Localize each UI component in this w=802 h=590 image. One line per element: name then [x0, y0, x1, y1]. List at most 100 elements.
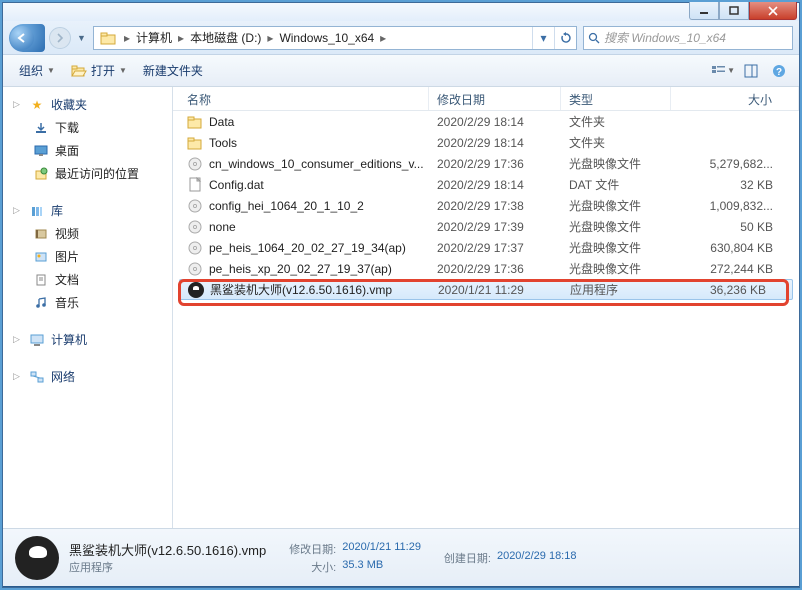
history-dropdown[interactable]: ▼ [77, 33, 87, 43]
file-name: Tools [209, 136, 237, 150]
collapse-icon[interactable]: ▷ [13, 371, 23, 382]
file-size: 32 KB [671, 178, 799, 192]
minimize-button[interactable] [689, 2, 719, 20]
desktop-icon [33, 143, 49, 159]
open-button[interactable]: 打开▼ [63, 58, 135, 83]
sidebar-item-pictures[interactable]: 图片 [3, 245, 172, 268]
disc-icon [187, 219, 203, 235]
file-size: 1,009,832... [671, 199, 799, 213]
sidebar-item-music[interactable]: 音乐 [3, 291, 172, 314]
collapse-icon[interactable]: ▷ [13, 99, 23, 110]
file-row[interactable]: 黑鲨装机大师(v12.6.50.1616).vmp 2020/1/21 11:29… [179, 279, 793, 300]
favorites-group[interactable]: ▷ ★ 收藏夹 [3, 93, 172, 116]
column-date[interactable]: 修改日期 [429, 87, 561, 110]
breadcrumb-segment[interactable]: 本地磁盘 (D:) [186, 27, 265, 49]
file-name: Config.dat [209, 178, 264, 192]
file-type: 光盘映像文件 [561, 197, 671, 214]
collapse-icon[interactable]: ▷ [13, 334, 23, 345]
column-type[interactable]: 类型 [561, 87, 671, 110]
file-row[interactable]: Data2020/2/29 18:14文件夹 [173, 111, 799, 132]
new-folder-button[interactable]: 新建文件夹 [135, 58, 211, 83]
status-filetype: 应用程序 [69, 559, 266, 575]
file-size: 272,244 KB [671, 262, 799, 276]
breadcrumb-segment[interactable]: 计算机 [132, 27, 176, 49]
file-size: 5,279,682... [671, 157, 799, 171]
back-button[interactable] [9, 24, 45, 52]
search-icon [588, 32, 600, 44]
app-icon [188, 282, 204, 298]
disc-icon [187, 198, 203, 214]
file-row[interactable]: none2020/2/29 17:39光盘映像文件50 KB [173, 216, 799, 237]
file-date: 2020/2/29 18:14 [429, 136, 561, 150]
sidebar-item-documents[interactable]: 文档 [3, 268, 172, 291]
refresh-button[interactable] [554, 27, 576, 49]
file-size: 50 KB [671, 220, 799, 234]
sidebar-item-desktop[interactable]: 桌面 [3, 139, 172, 162]
details-pane: 黑鲨装机大师(v12.6.50.1616).vmp 应用程序 修改日期:2020… [3, 528, 799, 586]
titlebar[interactable] [3, 3, 799, 21]
file-row[interactable]: config_hei_1064_20_1_10_22020/2/29 17:38… [173, 195, 799, 216]
file-row[interactable]: Tools2020/2/29 18:14文件夹 [173, 132, 799, 153]
open-icon [71, 64, 87, 78]
computer-icon [29, 332, 45, 348]
close-button[interactable] [749, 2, 797, 20]
sidebar-item-videos[interactable]: 视频 [3, 222, 172, 245]
column-size[interactable]: 大小 [671, 87, 799, 110]
file-row[interactable]: pe_heis_xp_20_02_27_19_37(ap)2020/2/29 1… [173, 258, 799, 279]
sidebar-item-downloads[interactable]: 下载 [3, 116, 172, 139]
app-icon [15, 536, 59, 580]
document-icon [33, 272, 49, 288]
file-name: 黑鲨装机大师(v12.6.50.1616).vmp [210, 281, 392, 298]
breadcrumb-segment[interactable]: Windows_10_x64 [275, 27, 378, 49]
organize-menu[interactable]: 组织▼ [11, 58, 63, 83]
file-list[interactable]: 名称 修改日期 类型 大小 Data2020/2/29 18:14文件夹 Tool… [173, 87, 799, 528]
file-date: 2020/2/29 17:39 [429, 220, 561, 234]
svg-text:?: ? [776, 67, 782, 78]
forward-button [49, 27, 71, 49]
disc-icon [187, 261, 203, 277]
toolbar: 组织▼ 打开▼ 新建文件夹 ▼ ? [3, 55, 799, 87]
download-icon [33, 120, 49, 136]
help-button[interactable]: ? [767, 60, 791, 82]
search-placeholder: 搜索 Windows_10_x64 [604, 29, 726, 46]
file-date: 2020/2/29 17:36 [429, 157, 561, 171]
address-bar[interactable]: ▸ 计算机 ▸ 本地磁盘 (D:) ▸ Windows_10_x64 ▸ ▾ [93, 26, 577, 50]
dat-icon [187, 177, 203, 193]
file-name: pe_heis_xp_20_02_27_19_37(ap) [209, 262, 392, 276]
navbar: ▼ ▸ 计算机 ▸ 本地磁盘 (D:) ▸ Windows_10_x64 ▸ ▾… [3, 21, 799, 55]
file-row[interactable]: cn_windows_10_consumer_editions_v...2020… [173, 153, 799, 174]
file-row[interactable]: Config.dat2020/2/29 18:14DAT 文件32 KB [173, 174, 799, 195]
file-type: 应用程序 [562, 281, 672, 298]
maximize-button[interactable] [719, 2, 749, 20]
breadcrumb-sep[interactable]: ▸ [378, 31, 388, 45]
search-input[interactable]: 搜索 Windows_10_x64 [583, 26, 793, 50]
breadcrumb-sep[interactable]: ▸ [176, 31, 186, 45]
addressbar-dropdown[interactable]: ▾ [532, 27, 554, 49]
preview-pane-button[interactable] [739, 60, 763, 82]
recent-icon [33, 166, 49, 182]
libraries-group[interactable]: ▷ 库 [3, 199, 172, 222]
file-type: 光盘映像文件 [561, 260, 671, 277]
file-name: Data [209, 115, 234, 129]
file-date: 2020/2/29 17:38 [429, 199, 561, 213]
file-size: 630,804 KB [671, 241, 799, 255]
explorer-window: ▼ ▸ 计算机 ▸ 本地磁盘 (D:) ▸ Windows_10_x64 ▸ ▾… [2, 2, 800, 588]
folder-icon [98, 28, 118, 48]
file-date: 2020/2/29 17:37 [429, 241, 561, 255]
computer-group[interactable]: ▷ 计算机 [3, 328, 172, 351]
disc-icon [187, 156, 203, 172]
library-icon [29, 203, 45, 219]
disc-icon [187, 240, 203, 256]
breadcrumb-sep[interactable]: ▸ [122, 31, 132, 45]
breadcrumb-sep[interactable]: ▸ [265, 31, 275, 45]
network-group[interactable]: ▷ 网络 [3, 365, 172, 388]
file-date: 2020/1/21 11:29 [430, 283, 562, 297]
collapse-icon[interactable]: ▷ [13, 205, 23, 216]
file-name: pe_heis_1064_20_02_27_19_34(ap) [209, 241, 406, 255]
file-type: 光盘映像文件 [561, 155, 671, 172]
sidebar-item-recent[interactable]: 最近访问的位置 [3, 162, 172, 185]
column-name[interactable]: 名称 [173, 87, 429, 110]
view-options-button[interactable]: ▼ [711, 60, 735, 82]
navigation-pane[interactable]: ▷ ★ 收藏夹 下载 桌面 最近访问的位置 [3, 87, 173, 528]
file-row[interactable]: pe_heis_1064_20_02_27_19_34(ap) 2020/2/29… [173, 237, 799, 258]
